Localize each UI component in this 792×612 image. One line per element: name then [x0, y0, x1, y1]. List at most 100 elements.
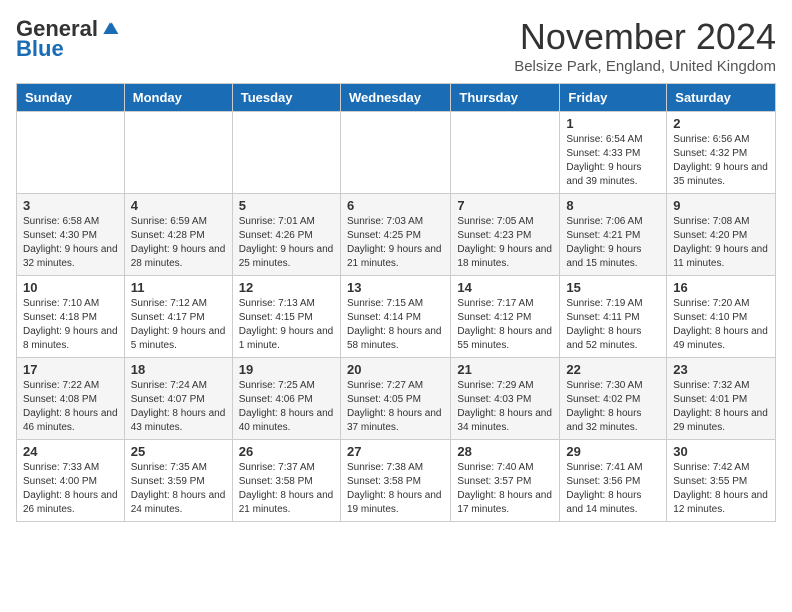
day-number: 4 — [131, 198, 226, 213]
day-info: Sunrise: 7:01 AM Sunset: 4:26 PM Dayligh… — [239, 215, 334, 271]
calendar-cell: 27Sunrise: 7:38 AM Sunset: 3:58 PM Dayli… — [340, 440, 450, 522]
day-info: Sunrise: 7:29 AM Sunset: 4:03 PM Dayligh… — [457, 379, 553, 435]
day-info: Sunrise: 7:06 AM Sunset: 4:21 PM Dayligh… — [566, 215, 660, 271]
calendar-cell: 21 Sunrise: 7:29 AM Sunset: 4:03 PM Dayli… — [451, 358, 560, 440]
calendar-cell: 7 Sunrise: 7:05 AM Sunset: 4:23 PM Daylig… — [451, 194, 560, 276]
calendar-body: 1 Sunrise: 6:54 AM Sunset: 4:33 PM Daylig… — [17, 112, 776, 522]
day-info: Sunrise: 7:42 AM Sunset: 3:55 PM Dayligh… — [673, 461, 769, 517]
day-info: Sunrise: 7:22 AM Sunset: 4:08 PM Dayligh… — [23, 379, 118, 435]
day-number: 18 — [131, 362, 226, 377]
week-row-3: 17 Sunrise: 7:22 AM Sunset: 4:08 PM Dayli… — [17, 358, 776, 440]
day-number: 22 — [566, 362, 660, 377]
day-number: 21 — [457, 362, 553, 377]
day-number: 26 — [239, 444, 334, 459]
day-info: Sunrise: 7:03 AM Sunset: 4:25 PM Dayligh… — [347, 215, 444, 271]
calendar-cell: 24 Sunrise: 7:33 AM Sunset: 4:00 PM Dayli… — [17, 440, 125, 522]
calendar-cell: 8 Sunrise: 7:06 AM Sunset: 4:21 PM Daylig… — [560, 194, 667, 276]
calendar-cell: 4Sunrise: 6:59 AM Sunset: 4:28 PM Daylig… — [124, 194, 232, 276]
calendar-cell — [17, 112, 125, 194]
month-title: November 2024 — [514, 16, 776, 58]
day-info: Sunrise: 7:33 AM Sunset: 4:00 PM Dayligh… — [23, 461, 118, 517]
day-number: 1 — [566, 116, 660, 131]
calendar-cell — [232, 112, 340, 194]
day-number: 16 — [673, 280, 769, 295]
calendar-cell: 6 Sunrise: 7:03 AM Sunset: 4:25 PM Daylig… — [340, 194, 450, 276]
day-info: Sunrise: 7:37 AM Sunset: 3:58 PM Dayligh… — [239, 461, 334, 517]
day-number: 12 — [239, 280, 334, 295]
day-number: 11 — [131, 280, 226, 295]
calendar-cell — [340, 112, 450, 194]
day-number: 17 — [23, 362, 118, 377]
day-info: Sunrise: 7:19 AM Sunset: 4:11 PM Dayligh… — [566, 297, 660, 353]
calendar-cell: 3 Sunrise: 6:58 AM Sunset: 4:30 PM Daylig… — [17, 194, 125, 276]
day-info: Sunrise: 7:27 AM Sunset: 4:05 PM Dayligh… — [347, 379, 444, 435]
day-number: 25 — [131, 444, 226, 459]
calendar-cell — [124, 112, 232, 194]
day-number: 20 — [347, 362, 444, 377]
calendar-cell: 2 Sunrise: 6:56 AM Sunset: 4:32 PM Daylig… — [667, 112, 776, 194]
calendar-cell: 14 Sunrise: 7:17 AM Sunset: 4:12 PM Dayli… — [451, 276, 560, 358]
day-number: 14 — [457, 280, 553, 295]
calendar-cell: 12 Sunrise: 7:13 AM Sunset: 4:15 PM Dayli… — [232, 276, 340, 358]
day-number: 19 — [239, 362, 334, 377]
calendar-cell: 10Sunrise: 7:10 AM Sunset: 4:18 PM Dayli… — [17, 276, 125, 358]
calendar-cell: 30Sunrise: 7:42 AM Sunset: 3:55 PM Dayli… — [667, 440, 776, 522]
day-info: Sunrise: 7:38 AM Sunset: 3:58 PM Dayligh… — [347, 461, 444, 517]
calendar-cell — [451, 112, 560, 194]
calendar-cell: 13Sunrise: 7:15 AM Sunset: 4:14 PM Dayli… — [340, 276, 450, 358]
logo-icon — [100, 19, 120, 39]
day-info: Sunrise: 6:56 AM Sunset: 4:32 PM Dayligh… — [673, 133, 769, 189]
calendar-cell: 22Sunrise: 7:30 AM Sunset: 4:02 PM Dayli… — [560, 358, 667, 440]
header-sunday: Sunday — [17, 84, 125, 112]
day-number: 28 — [457, 444, 553, 459]
day-info: Sunrise: 6:54 AM Sunset: 4:33 PM Dayligh… — [566, 133, 660, 189]
week-row-4: 24 Sunrise: 7:33 AM Sunset: 4:00 PM Dayli… — [17, 440, 776, 522]
calendar-cell: 18 Sunrise: 7:24 AM Sunset: 4:07 PM Dayli… — [124, 358, 232, 440]
day-number: 6 — [347, 198, 444, 213]
calendar-cell: 9 Sunrise: 7:08 AM Sunset: 4:20 PM Daylig… — [667, 194, 776, 276]
calendar-cell: 16 Sunrise: 7:20 AM Sunset: 4:10 PM Dayli… — [667, 276, 776, 358]
day-number: 8 — [566, 198, 660, 213]
page-header: General Blue November 2024 Belsize Park,… — [16, 16, 776, 75]
day-info: Sunrise: 7:32 AM Sunset: 4:01 PM Dayligh… — [673, 379, 769, 435]
day-number: 24 — [23, 444, 118, 459]
calendar-header-row: SundayMondayTuesdayWednesdayThursdayFrid… — [17, 84, 776, 112]
day-info: Sunrise: 6:58 AM Sunset: 4:30 PM Dayligh… — [23, 215, 118, 271]
calendar-cell: 20 Sunrise: 7:27 AM Sunset: 4:05 PM Dayli… — [340, 358, 450, 440]
day-info: Sunrise: 7:25 AM Sunset: 4:06 PM Dayligh… — [239, 379, 334, 435]
header-tuesday: Tuesday — [232, 84, 340, 112]
calendar-cell: 26 Sunrise: 7:37 AM Sunset: 3:58 PM Dayli… — [232, 440, 340, 522]
day-info: Sunrise: 7:08 AM Sunset: 4:20 PM Dayligh… — [673, 215, 769, 271]
day-number: 7 — [457, 198, 553, 213]
week-row-1: 3 Sunrise: 6:58 AM Sunset: 4:30 PM Daylig… — [17, 194, 776, 276]
day-info: Sunrise: 7:10 AM Sunset: 4:18 PM Dayligh… — [23, 297, 118, 353]
day-number: 15 — [566, 280, 660, 295]
day-info: Sunrise: 7:17 AM Sunset: 4:12 PM Dayligh… — [457, 297, 553, 353]
day-info: Sunrise: 7:41 AM Sunset: 3:56 PM Dayligh… — [566, 461, 660, 517]
week-row-0: 1 Sunrise: 6:54 AM Sunset: 4:33 PM Daylig… — [17, 112, 776, 194]
title-area: November 2024 Belsize Park, England, Uni… — [514, 16, 776, 75]
calendar-cell: 23Sunrise: 7:32 AM Sunset: 4:01 PM Dayli… — [667, 358, 776, 440]
header-monday: Monday — [124, 84, 232, 112]
day-number: 2 — [673, 116, 769, 131]
calendar-cell: 15 Sunrise: 7:19 AM Sunset: 4:11 PM Dayli… — [560, 276, 667, 358]
calendar-cell: 5 Sunrise: 7:01 AM Sunset: 4:26 PM Daylig… — [232, 194, 340, 276]
calendar-cell: 1 Sunrise: 6:54 AM Sunset: 4:33 PM Daylig… — [560, 112, 667, 194]
day-info: Sunrise: 7:40 AM Sunset: 3:57 PM Dayligh… — [457, 461, 553, 517]
day-number: 3 — [23, 198, 118, 213]
location: Belsize Park, England, United Kingdom — [514, 58, 776, 75]
day-number: 5 — [239, 198, 334, 213]
calendar-cell: 29 Sunrise: 7:41 AM Sunset: 3:56 PM Dayli… — [560, 440, 667, 522]
day-number: 9 — [673, 198, 769, 213]
day-info: Sunrise: 7:05 AM Sunset: 4:23 PM Dayligh… — [457, 215, 553, 271]
day-number: 29 — [566, 444, 660, 459]
day-info: Sunrise: 7:20 AM Sunset: 4:10 PM Dayligh… — [673, 297, 769, 353]
day-info: Sunrise: 7:13 AM Sunset: 4:15 PM Dayligh… — [239, 297, 334, 353]
day-number: 13 — [347, 280, 444, 295]
calendar-cell: 25Sunrise: 7:35 AM Sunset: 3:59 PM Dayli… — [124, 440, 232, 522]
logo-blue: Blue — [16, 36, 64, 62]
header-friday: Friday — [560, 84, 667, 112]
day-info: Sunrise: 7:24 AM Sunset: 4:07 PM Dayligh… — [131, 379, 226, 435]
week-row-2: 10Sunrise: 7:10 AM Sunset: 4:18 PM Dayli… — [17, 276, 776, 358]
calendar-cell: 28 Sunrise: 7:40 AM Sunset: 3:57 PM Dayli… — [451, 440, 560, 522]
